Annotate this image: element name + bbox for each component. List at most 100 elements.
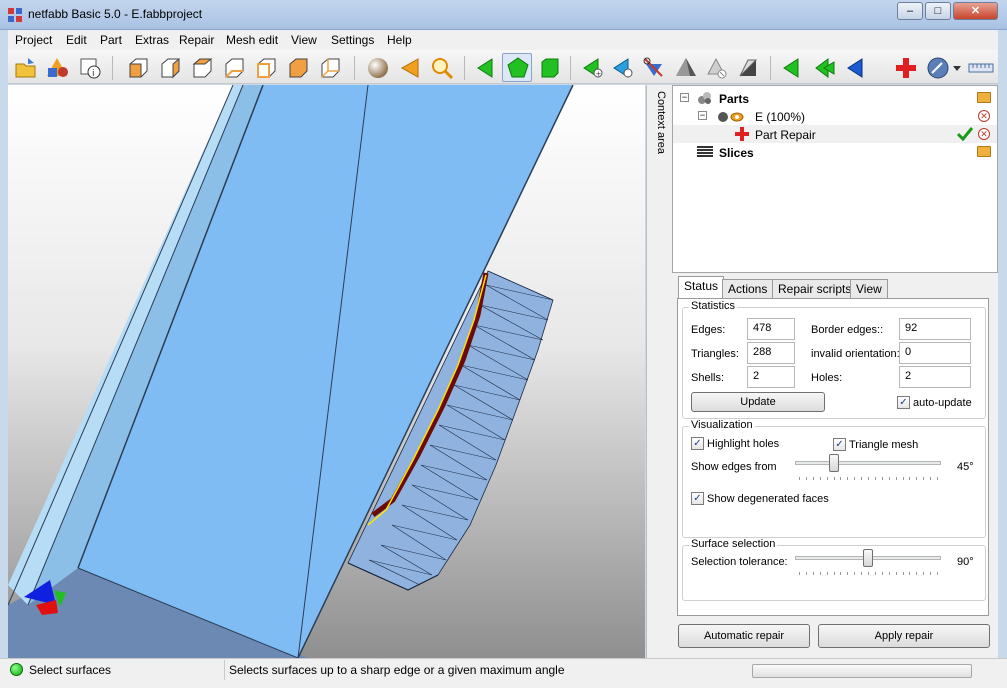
statistics-title: Statistics [689,300,738,312]
status-indicator-icon [10,663,23,676]
3d-viewport[interactable] [8,85,645,658]
slider-tick [930,477,932,480]
slider-tick [868,477,869,480]
slider-tick [805,572,807,575]
show-edges-value: 45° [957,461,974,473]
parts-icon [698,92,711,104]
menu-help[interactable]: Help [387,33,412,47]
holes-label: Holes: [811,372,843,384]
menu-mesh-edit[interactable]: Mesh edit [226,33,278,47]
tree-item-parts[interactable]: − Parts [673,89,997,107]
slider-tick [868,572,869,575]
flip-triangles-icon[interactable] [812,56,836,80]
tab-actions[interactable]: Actions [722,279,774,298]
collapse-icon[interactable]: − [698,111,707,120]
tree-item-part-e[interactable]: − E (100%) ✕ [673,107,997,125]
view-front-icon[interactable] [126,56,150,80]
tree-item-part-repair[interactable]: Part Repair ✕ [673,125,997,143]
chevron-down-icon[interactable] [951,56,963,80]
slider-tick [888,477,890,480]
checkmark-icon[interactable] [957,127,973,141]
mesh-wire-icon[interactable] [736,56,760,80]
show-degenerated-label: Show degenerated faces [707,493,829,505]
view-left-icon[interactable] [190,56,214,80]
flip-triangle-icon[interactable] [780,56,804,80]
show-edges-slider-thumb[interactable] [829,454,839,472]
open-project-icon[interactable] [14,56,38,80]
status-bar: Select surfaces Selects surfaces up to a… [0,658,1007,688]
rotate-left-icon[interactable] [398,56,422,80]
slider-tick [930,572,932,575]
automatic-repair-button[interactable]: Automatic repair [678,624,810,648]
maximize-button[interactable]: □ [925,2,951,20]
shading-sphere-icon[interactable] [366,56,390,80]
cut-icon[interactable] [642,56,666,80]
mesh-pyramid-icon[interactable] [674,56,698,80]
selection-tolerance-slider-thumb[interactable] [863,549,873,567]
close-button[interactable]: ✕ [953,2,998,20]
menu-project[interactable]: Project [15,33,52,47]
auto-update-checkbox[interactable]: ✓ [897,396,910,409]
collapse-icon[interactable]: − [680,93,689,102]
menu-extras[interactable]: Extras [135,33,169,47]
slider-tick [854,572,856,575]
surface-selection-title: Surface selection [689,538,778,550]
svg-text:+: + [596,70,602,78]
folder-open-icon[interactable] [977,92,991,103]
show-degenerated-checkbox[interactable]: ✓ [691,492,704,505]
ruler-icon[interactable] [968,56,994,80]
slider-tick [916,477,918,480]
menu-settings[interactable]: Settings [331,33,374,47]
zoom-icon[interactable] [430,56,454,80]
measure-tool-icon[interactable] [926,56,950,80]
cancel-repair-icon[interactable]: ✕ [978,128,990,140]
auto-update-label: auto-update [913,397,972,409]
tree-item-slices[interactable]: Slices [673,143,997,161]
menu-edit[interactable]: Edit [66,33,87,47]
repair-cross-icon[interactable] [894,56,918,80]
shells-label: Shells: [691,372,725,384]
select-triangle-icon[interactable] [474,56,498,80]
highlight-holes-checkbox[interactable]: ✓ [691,437,704,450]
slider-tick [847,477,849,480]
remove-part-icon[interactable]: ✕ [978,110,990,122]
view-top-icon[interactable] [254,56,278,80]
tab-view[interactable]: View [850,279,888,298]
show-edges-label: Show edges from [691,461,777,473]
triangles-value: 288 [747,342,795,364]
part-visibility-icon [718,112,744,122]
remove-triangle-icon[interactable] [704,56,728,80]
apply-repair-button[interactable]: Apply repair [818,624,990,648]
invalid-orientation-label: invalid orientation: [811,348,900,360]
view-back-icon[interactable] [158,56,182,80]
view-iso-icon[interactable] [318,56,342,80]
context-area-toggle[interactable]: Context area [646,85,672,658]
tab-status[interactable]: Status [678,276,725,299]
add-triangle-icon[interactable]: + [580,56,604,80]
view-right-icon[interactable] [222,56,246,80]
menu-view[interactable]: View [291,33,317,47]
folder-open-icon[interactable] [977,146,991,157]
blue-triangle-icon[interactable] [844,56,868,80]
part-info-icon[interactable]: i [78,56,102,80]
select-surfaces-button[interactable] [502,53,532,82]
model-render[interactable] [8,85,645,658]
add-blue-triangle-icon[interactable] [610,56,634,80]
slider-tick [937,477,938,480]
menu-part[interactable]: Part [100,33,122,47]
border-edges-value: 92 [899,318,971,340]
slider-tick [819,572,821,575]
add-part-icon[interactable] [45,56,69,80]
menu-repair[interactable]: Repair [179,33,214,47]
slider-tick [937,572,938,575]
tab-repair-scripts[interactable]: Repair scripts [772,279,858,298]
tree-label-part-repair: Part Repair [755,128,816,142]
update-button[interactable]: Update [691,392,825,412]
minimize-button[interactable]: – [897,2,923,20]
slider-tick [805,477,807,480]
status-mode: Select surfaces [29,663,112,677]
surface-selection-group: Surface selection Selection tolerance: 9… [682,538,986,601]
select-shell-icon[interactable] [538,56,562,80]
triangle-mesh-checkbox[interactable]: ✓ [833,438,846,451]
view-bottom-icon[interactable] [286,56,310,80]
